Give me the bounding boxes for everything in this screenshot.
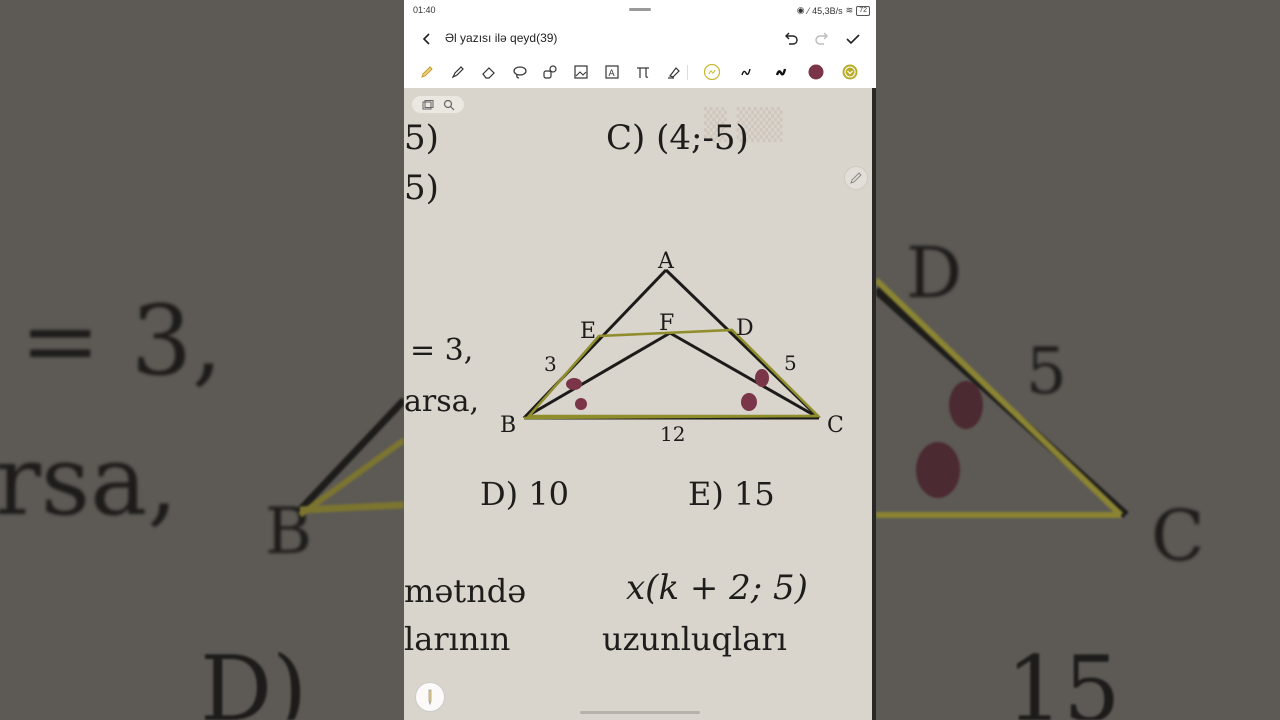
pencil-edit-icon: [850, 172, 862, 184]
page-view-button[interactable]: [420, 98, 436, 112]
bg-triangle-left: D): [200, 397, 404, 720]
label-length-12: 12: [660, 422, 685, 446]
note-canvas[interactable]: ▒ ▒▒ 5) C) (4;-5) 5) = 3, arsa, A E F D: [404, 88, 876, 720]
photo-option-d: D) 10: [480, 475, 570, 513]
label-d: D: [736, 316, 754, 341]
lasso-icon: [513, 66, 527, 79]
note-title: Əl yazısı ilə qeyd(39): [445, 31, 558, 45]
color-swatch[interactable]: [806, 62, 826, 82]
image-tool[interactable]: [571, 62, 591, 82]
image-icon: [574, 65, 588, 79]
done-button[interactable]: [843, 29, 863, 49]
label-c: C: [827, 413, 844, 438]
pen-icon: [428, 689, 432, 706]
pen-stroke-thin-icon: [741, 68, 751, 76]
label-length-5: 5: [784, 351, 797, 375]
pen-style-2[interactable]: [736, 62, 756, 82]
svg-text:D): D): [200, 637, 307, 720]
highlighter-icon: [451, 66, 464, 79]
label-e: E: [580, 319, 596, 344]
text-box-icon: A: [605, 65, 619, 79]
trapezoid-highlight: [526, 328, 822, 418]
shapes-tool[interactable]: [540, 62, 560, 82]
undo-icon: [785, 32, 798, 45]
pen-style-3[interactable]: [771, 62, 791, 82]
photo-line-1b: x(k + 2; 5): [626, 568, 808, 608]
angle-mark-c1: [755, 369, 769, 387]
toolbar-divider: [687, 65, 688, 80]
svg-text:15: 15: [1006, 637, 1121, 720]
photo-line-2b: uzunluqları: [602, 620, 787, 658]
eraser-icon: [482, 67, 495, 79]
back-button[interactable]: [418, 29, 436, 49]
chevron-left-icon: [422, 33, 430, 45]
search-icon: [443, 99, 454, 110]
redo-button[interactable]: [812, 29, 832, 49]
pen-style-selected-icon: [704, 64, 720, 80]
blurred-background-right: D 5 C 15: [876, 0, 1280, 720]
label-b: B: [500, 413, 516, 438]
eraser-tool[interactable]: [479, 62, 499, 82]
title-bar: Əl yazısı ilə qeyd(39): [404, 20, 876, 58]
pen-stroke-thick-icon: [775, 68, 787, 76]
angle-mark-b1: [566, 378, 582, 390]
ink-fill-tool[interactable]: [664, 62, 684, 82]
angle-mark-b2: [575, 398, 587, 410]
status-icons: ◉ ⁄ 45,3B/s ≋ 72: [797, 5, 870, 16]
color-palette-button[interactable]: [840, 62, 860, 82]
net-speed: 45,3B/s: [812, 5, 843, 16]
pages-icon: [422, 99, 433, 109]
photo-option-e: E) 15: [688, 475, 775, 513]
photo-line-2a: larının: [404, 620, 511, 658]
angle-mark-c2: [741, 393, 757, 411]
drawing-toolbar: A: [404, 58, 876, 86]
check-icon: [846, 34, 860, 45]
shapes-icon: [543, 65, 557, 79]
phone-screen: 01:40 ◉ ⁄ 45,3B/s ≋ 72 Əl yazısı ilə qey…: [404, 0, 876, 720]
wifi-icon: ≋: [845, 5, 854, 15]
blurred-background-left: = 3, rsa, B D): [0, 0, 404, 720]
battery-icon: 72: [856, 5, 870, 16]
highlighter-tool[interactable]: [448, 62, 468, 82]
bg-triangle-right: 15: [876, 277, 1129, 720]
pencil-tool[interactable]: [417, 62, 437, 82]
ink-fill-icon: [668, 67, 680, 79]
status-time: 01:40: [413, 5, 436, 15]
search-button[interactable]: [441, 98, 457, 112]
formula-tool[interactable]: [633, 62, 653, 82]
label-f: F: [659, 311, 674, 336]
svg-text:A: A: [609, 69, 616, 79]
signal-icon: ⁄: [807, 5, 810, 16]
home-indicator[interactable]: [580, 711, 700, 714]
pencil-icon: [421, 66, 433, 78]
photo-line-1a: mətndə: [404, 572, 527, 610]
eye-icon: ◉: [796, 5, 805, 15]
drag-handle[interactable]: [629, 8, 651, 11]
lasso-tool[interactable]: [510, 62, 530, 82]
color-dot-icon: [808, 64, 824, 80]
label-length-3: 3: [544, 352, 557, 376]
view-controls: [412, 96, 464, 113]
text-box-tool[interactable]: A: [602, 62, 622, 82]
pen-style-1[interactable]: [702, 62, 722, 82]
chevron-down-circle-icon: [842, 64, 858, 80]
formula-icon: [637, 67, 649, 78]
redo-icon: [815, 32, 828, 45]
status-bar: 01:40 ◉ ⁄ 45,3B/s ≋ 72: [404, 0, 876, 20]
edit-button[interactable]: [844, 166, 868, 190]
photo-edge: [872, 88, 876, 720]
undo-button[interactable]: [781, 29, 801, 49]
floating-pen-button[interactable]: [415, 682, 445, 712]
label-a: A: [657, 249, 675, 274]
